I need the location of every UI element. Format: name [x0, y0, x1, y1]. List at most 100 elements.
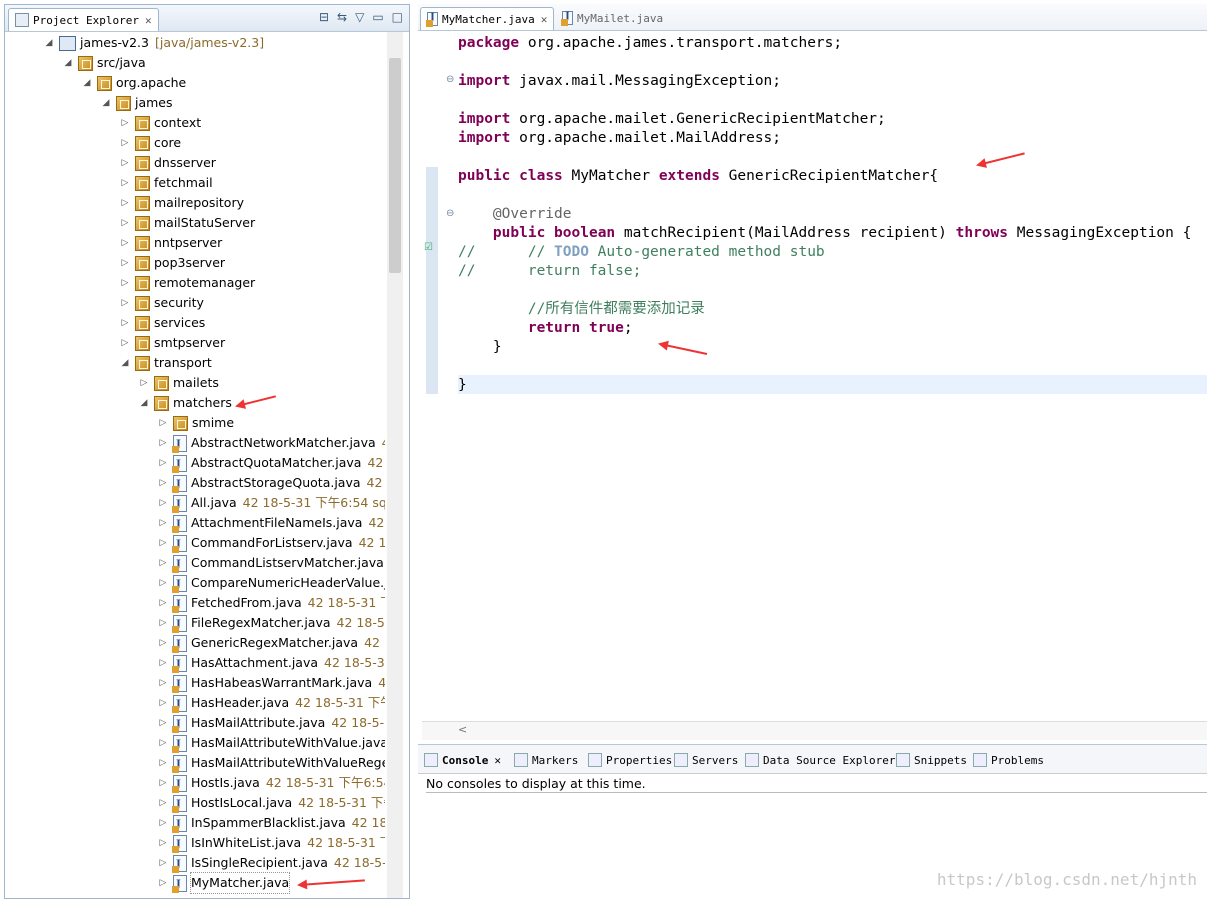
collapsed-twisty-icon[interactable]: ▷ — [157, 633, 169, 653]
tree-item[interactable]: ◢ src/java — [62, 53, 146, 73]
tree-item[interactable]: ◢ james — [100, 93, 173, 113]
collapsed-twisty-icon[interactable]: ▷ — [119, 133, 131, 153]
collapsed-twisty-icon[interactable]: ▷ — [119, 253, 131, 273]
collapsed-twisty-icon[interactable]: ▷ — [119, 293, 131, 313]
collapsed-twisty-icon[interactable]: ▷ — [157, 813, 169, 833]
collapsed-twisty-icon[interactable]: ▷ — [119, 273, 131, 293]
tree-item[interactable]: ▷ mailrepository — [119, 193, 244, 213]
tree-item[interactable]: ▷ FetchedFrom.java 42 18-5-31 下午 — [157, 593, 385, 615]
collapsed-twisty-icon[interactable]: ▷ — [119, 333, 131, 353]
collapsed-twisty-icon[interactable]: ▷ — [157, 833, 169, 853]
expanded-twisty-icon[interactable]: ◢ — [43, 33, 55, 53]
tree-item[interactable]: ◢ matchers — [138, 393, 232, 413]
tree-item[interactable]: ▷ remotemanager — [119, 273, 255, 293]
close-icon[interactable]: ✕ — [541, 13, 548, 26]
tree-item[interactable]: ◢ transport — [119, 353, 212, 373]
expanded-twisty-icon[interactable]: ◢ — [81, 73, 93, 93]
close-icon[interactable]: ✕ — [494, 754, 501, 767]
fold-icon[interactable]: ⊖ — [446, 74, 454, 85]
tree-item[interactable]: ▷ AbstractStorageQuota.java 42 18-5 — [157, 473, 385, 495]
scroll-left-icon[interactable]: < — [458, 723, 467, 736]
collapse-all-icon[interactable]: ⊟ — [319, 10, 329, 24]
collapsed-twisty-icon[interactable]: ▷ — [119, 113, 131, 133]
tree-item[interactable]: ▷ IsSingleRecipient.java 42 18-5-31 — [157, 853, 385, 875]
collapsed-twisty-icon[interactable]: ▷ — [157, 553, 169, 573]
tree-item[interactable]: ▷ HasMailAttributeWithValueRegex. — [157, 753, 385, 775]
tree-item[interactable]: ▷ services — [119, 313, 205, 333]
tab-project-explorer[interactable]: Project Explorer ✕ — [8, 8, 159, 31]
collapsed-twisty-icon[interactable]: ▷ — [119, 193, 131, 213]
collapsed-twisty-icon[interactable]: ▷ — [157, 853, 169, 873]
tab-servers[interactable]: Servers — [674, 749, 738, 771]
collapsed-twisty-icon[interactable]: ▷ — [119, 213, 131, 233]
collapsed-twisty-icon[interactable]: ▷ — [157, 413, 169, 433]
tree-item[interactable]: ▷ HostIsLocal.java 42 18-5-31 下午6 — [157, 793, 385, 815]
tree-item[interactable]: ▷ AbstractQuotaMatcher.java 42 18-5 — [157, 453, 385, 475]
view-menu-icon[interactable]: ▽ — [355, 10, 364, 24]
tree-item[interactable]: ▷ IsInWhiteList.java 42 18-5-31 下午 — [157, 833, 385, 855]
tree-item[interactable]: ▷ smime — [157, 413, 234, 433]
expanded-twisty-icon[interactable]: ◢ — [100, 93, 112, 113]
tree-item[interactable]: ▷ dnsserver — [119, 153, 216, 173]
tab-snippets[interactable]: Snippets — [896, 749, 967, 771]
collapsed-twisty-icon[interactable]: ▷ — [157, 573, 169, 593]
tree-item[interactable]: ▷ mailStatuServer — [119, 213, 255, 233]
collapsed-twisty-icon[interactable]: ▷ — [157, 533, 169, 553]
close-icon[interactable]: ✕ — [145, 14, 152, 27]
tree-item[interactable]: ▷ CompareNumericHeaderValue.jav — [157, 573, 385, 595]
tree-item[interactable]: ◢ org.apache — [81, 73, 186, 93]
expanded-twisty-icon[interactable]: ◢ — [138, 393, 150, 413]
tree-item[interactable]: ▷ context — [119, 113, 201, 133]
tab-mymailet[interactable]: MyMailet.java — [556, 7, 669, 29]
tree-item[interactable]: ▷ CommandForListserv.java 42 18- — [157, 533, 385, 555]
tree-item[interactable]: ▷ InSpammerBlacklist.java 42 18-5- — [157, 813, 385, 835]
tree-item[interactable]: ▷ HasHeader.java 42 18-5-31 下午6 — [157, 693, 385, 715]
tree-item[interactable]: ▷ fetchmail — [119, 173, 213, 193]
collapsed-twisty-icon[interactable]: ▷ — [157, 593, 169, 613]
expanded-twisty-icon[interactable]: ◢ — [62, 53, 74, 73]
tab-data-source-explorer[interactable]: Data Source Explorer — [745, 749, 895, 771]
collapsed-twisty-icon[interactable]: ▷ — [157, 653, 169, 673]
tree-item[interactable]: ▷ nntpserver — [119, 233, 222, 253]
tree-item[interactable]: ▷ MyMatcher.java — [157, 872, 291, 895]
tab-console[interactable]: Console ✕ — [424, 749, 501, 771]
collapsed-twisty-icon[interactable]: ▷ — [157, 773, 169, 793]
scrollbar-thumb[interactable] — [389, 58, 401, 273]
tree-item[interactable]: ▷ AbstractNetworkMatcher.java 42 18-5 — [157, 433, 385, 455]
tree-item[interactable]: ▷HasMailAttributeWithValue.java4 — [157, 733, 385, 755]
horizontal-scrollbar[interactable]: < — [422, 721, 1207, 740]
tree-item[interactable]: ▷ core — [119, 133, 181, 153]
tree-item[interactable]: ▷ HostIs.java 42 18-5-31 下午6:54 — [157, 773, 385, 795]
tree-item[interactable]: ▷ pop3server — [119, 253, 225, 273]
collapsed-twisty-icon[interactable]: ▷ — [119, 233, 131, 253]
collapsed-twisty-icon[interactable]: ▷ — [157, 493, 169, 513]
tree-item[interactable]: ▷ HasMailAttribute.java 42 18-5-31 — [157, 713, 385, 735]
tab-markers[interactable]: Markers — [514, 749, 578, 771]
tree-item[interactable]: ▷CommandListservMatcher.java42 — [157, 553, 385, 575]
tree-item[interactable]: ▷ mailets — [138, 373, 219, 393]
tree-item[interactable]: ▷ FileRegexMatcher.java 42 18-5-3 — [157, 613, 385, 635]
collapsed-twisty-icon[interactable]: ▷ — [157, 613, 169, 633]
tree-item[interactable]: ▷ AttachmentFileNameIs.java 42 18-5 — [157, 513, 385, 535]
tree-item[interactable]: ▷ GenericRegexMatcher.java 42 18 — [157, 633, 385, 655]
maximize-icon[interactable]: □ — [392, 10, 403, 24]
collapsed-twisty-icon[interactable]: ▷ — [157, 473, 169, 493]
collapsed-twisty-icon[interactable]: ▷ — [157, 753, 169, 773]
tree-item[interactable]: ▷ HasAttachment.java 42 18-5-31 下 — [157, 653, 385, 675]
collapsed-twisty-icon[interactable]: ▷ — [157, 513, 169, 533]
tab-properties[interactable]: Properties — [588, 749, 672, 771]
collapsed-twisty-icon[interactable]: ▷ — [119, 173, 131, 193]
collapsed-twisty-icon[interactable]: ▷ — [157, 733, 169, 753]
expanded-twisty-icon[interactable]: ◢ — [119, 353, 131, 373]
vertical-scrollbar[interactable] — [387, 32, 403, 898]
link-with-editor-icon[interactable]: ⇆ — [337, 10, 347, 24]
tree-item[interactable]: ▷ security — [119, 293, 204, 313]
collapsed-twisty-icon[interactable]: ▷ — [157, 793, 169, 813]
collapsed-twisty-icon[interactable]: ▷ — [119, 153, 131, 173]
tab-problems[interactable]: Problems — [973, 749, 1044, 771]
minimize-icon[interactable]: ▭ — [372, 10, 383, 24]
collapsed-twisty-icon[interactable]: ▷ — [157, 873, 169, 893]
tree-item[interactable]: ▷ smtpserver — [119, 333, 225, 353]
collapsed-twisty-icon[interactable]: ▷ — [119, 313, 131, 333]
collapsed-twisty-icon[interactable]: ▷ — [157, 693, 169, 713]
